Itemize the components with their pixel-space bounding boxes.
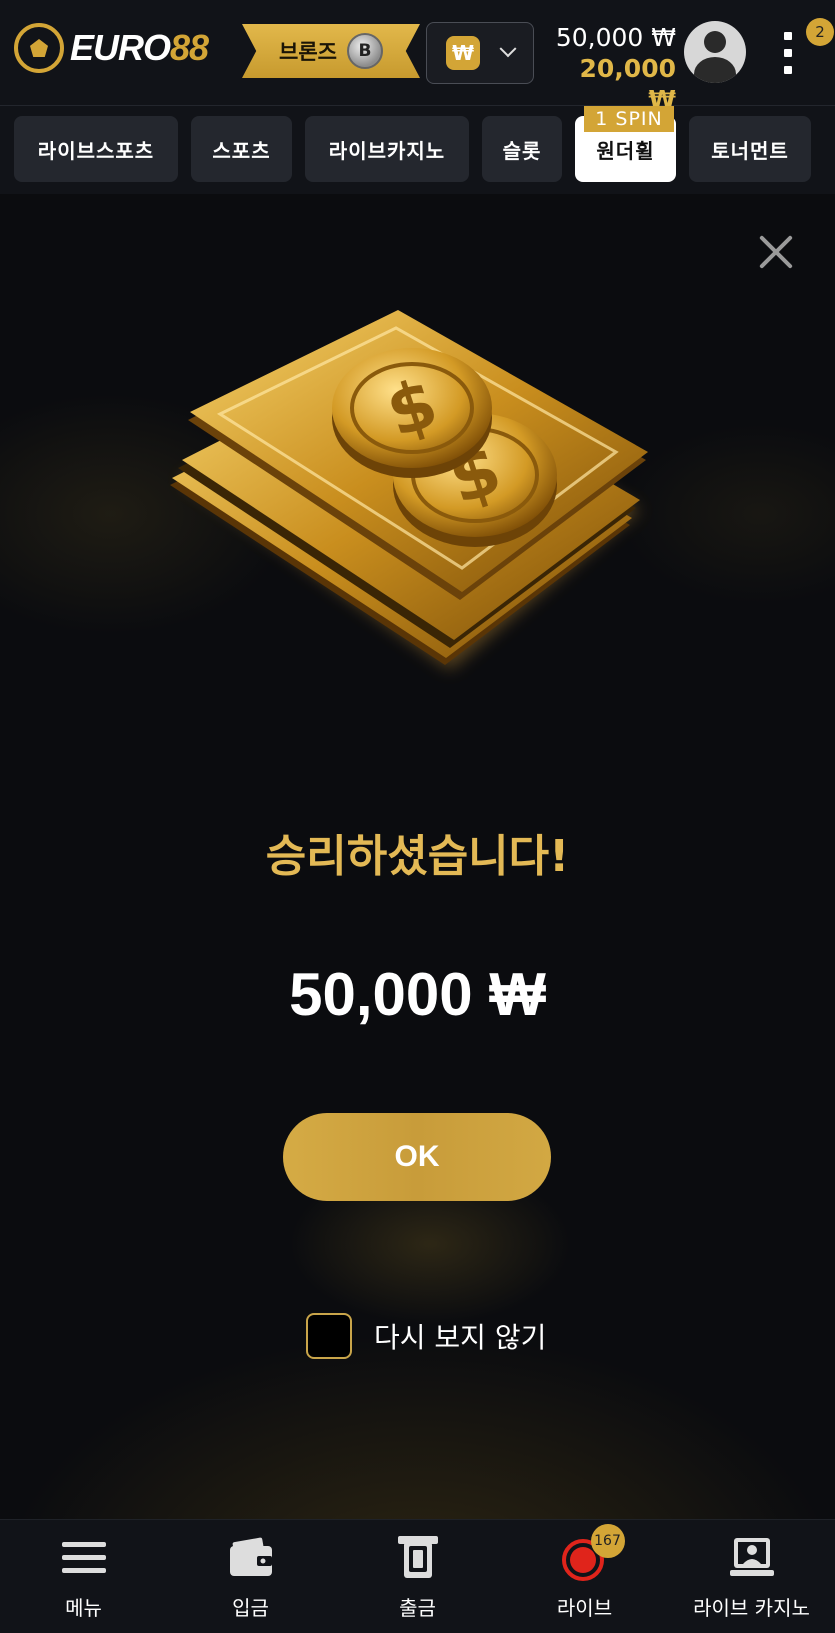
main-balance: 50,000 ₩ xyxy=(555,23,676,52)
currency-selector[interactable]: ₩ xyxy=(426,22,534,84)
top-header: EURO88 브론즈 B ₩ 50,000 ₩ 20,000 ₩ 2 xyxy=(0,0,835,114)
nav-label: 입금 xyxy=(232,1596,269,1620)
dont-show-again-label: 다시 보지 않기 xyxy=(374,1321,547,1354)
dont-show-again-checkbox[interactable] xyxy=(306,1313,352,1359)
live-dealer-icon xyxy=(729,1538,774,1576)
nav-deposit[interactable]: 입금 xyxy=(167,1520,334,1633)
nav-withdraw[interactable]: 출금 xyxy=(334,1520,501,1633)
tab-live-sports[interactable]: 라이브스포츠 xyxy=(14,116,178,182)
nav-label: 출금 xyxy=(399,1596,436,1620)
won-currency-icon: ₩ xyxy=(446,36,480,70)
nav-label: 라이브 xyxy=(556,1596,613,1620)
dont-show-again-option[interactable]: 다시 보지 않기 xyxy=(306,1313,546,1359)
tab-slots[interactable]: 슬롯 xyxy=(482,116,562,182)
tab-live-casino[interactable]: 라이브카지노 xyxy=(305,116,469,182)
live-icon-wrap: 167 xyxy=(561,1524,625,1582)
nav-menu[interactable]: 메뉴 xyxy=(0,1520,167,1633)
win-amount: 50,000 ₩ xyxy=(289,961,546,1028)
win-title: 승리하셨습니다! xyxy=(265,831,570,882)
nav-label: 메뉴 xyxy=(65,1596,102,1620)
user-avatar-icon[interactable] xyxy=(684,21,746,83)
menu-icon xyxy=(61,1542,106,1573)
wallet-icon xyxy=(229,1537,272,1576)
atm-withdraw-icon xyxy=(397,1536,438,1578)
euro88-logo[interactable]: EURO88 xyxy=(14,22,209,74)
nav-live-casino[interactable]: 라이브 카지노 xyxy=(668,1520,835,1633)
live-count-badge: 167 xyxy=(590,1524,625,1558)
gold-money-stack-illustration: $ $ xyxy=(170,310,648,670)
nav-live[interactable]: 167 라이브 xyxy=(501,1520,668,1633)
close-icon[interactable] xyxy=(756,232,796,272)
more-menu-icon[interactable] xyxy=(776,32,800,74)
soccer-ball-icon xyxy=(14,23,64,73)
rank-label: 브론즈 xyxy=(279,40,337,64)
category-tabs: 라이브스포츠 스포츠 라이브카지노 슬롯 원더휠 1 SPIN 토너먼트 xyxy=(0,106,835,194)
logo-text: EURO88 xyxy=(70,27,209,68)
bronze-badge-icon: B xyxy=(346,33,383,69)
balance-display[interactable]: 50,000 ₩ 20,000 ₩ xyxy=(548,22,676,115)
chevron-down-icon xyxy=(499,40,517,58)
bottom-navigation: 메뉴 입금 출금 167 라이브 라이브 카지노 xyxy=(0,1519,835,1633)
ok-button[interactable]: OK xyxy=(283,1113,551,1201)
notification-badge: 2 xyxy=(806,18,834,46)
spin-count-tag: 1 SPIN xyxy=(584,106,674,132)
tab-tournament[interactable]: 토너먼트 xyxy=(689,116,811,182)
tab-sports[interactable]: 스포츠 xyxy=(191,116,292,182)
nav-label: 라이브 카지노 xyxy=(693,1596,810,1620)
vip-rank-ribbon[interactable]: 브론즈 B xyxy=(242,24,420,78)
